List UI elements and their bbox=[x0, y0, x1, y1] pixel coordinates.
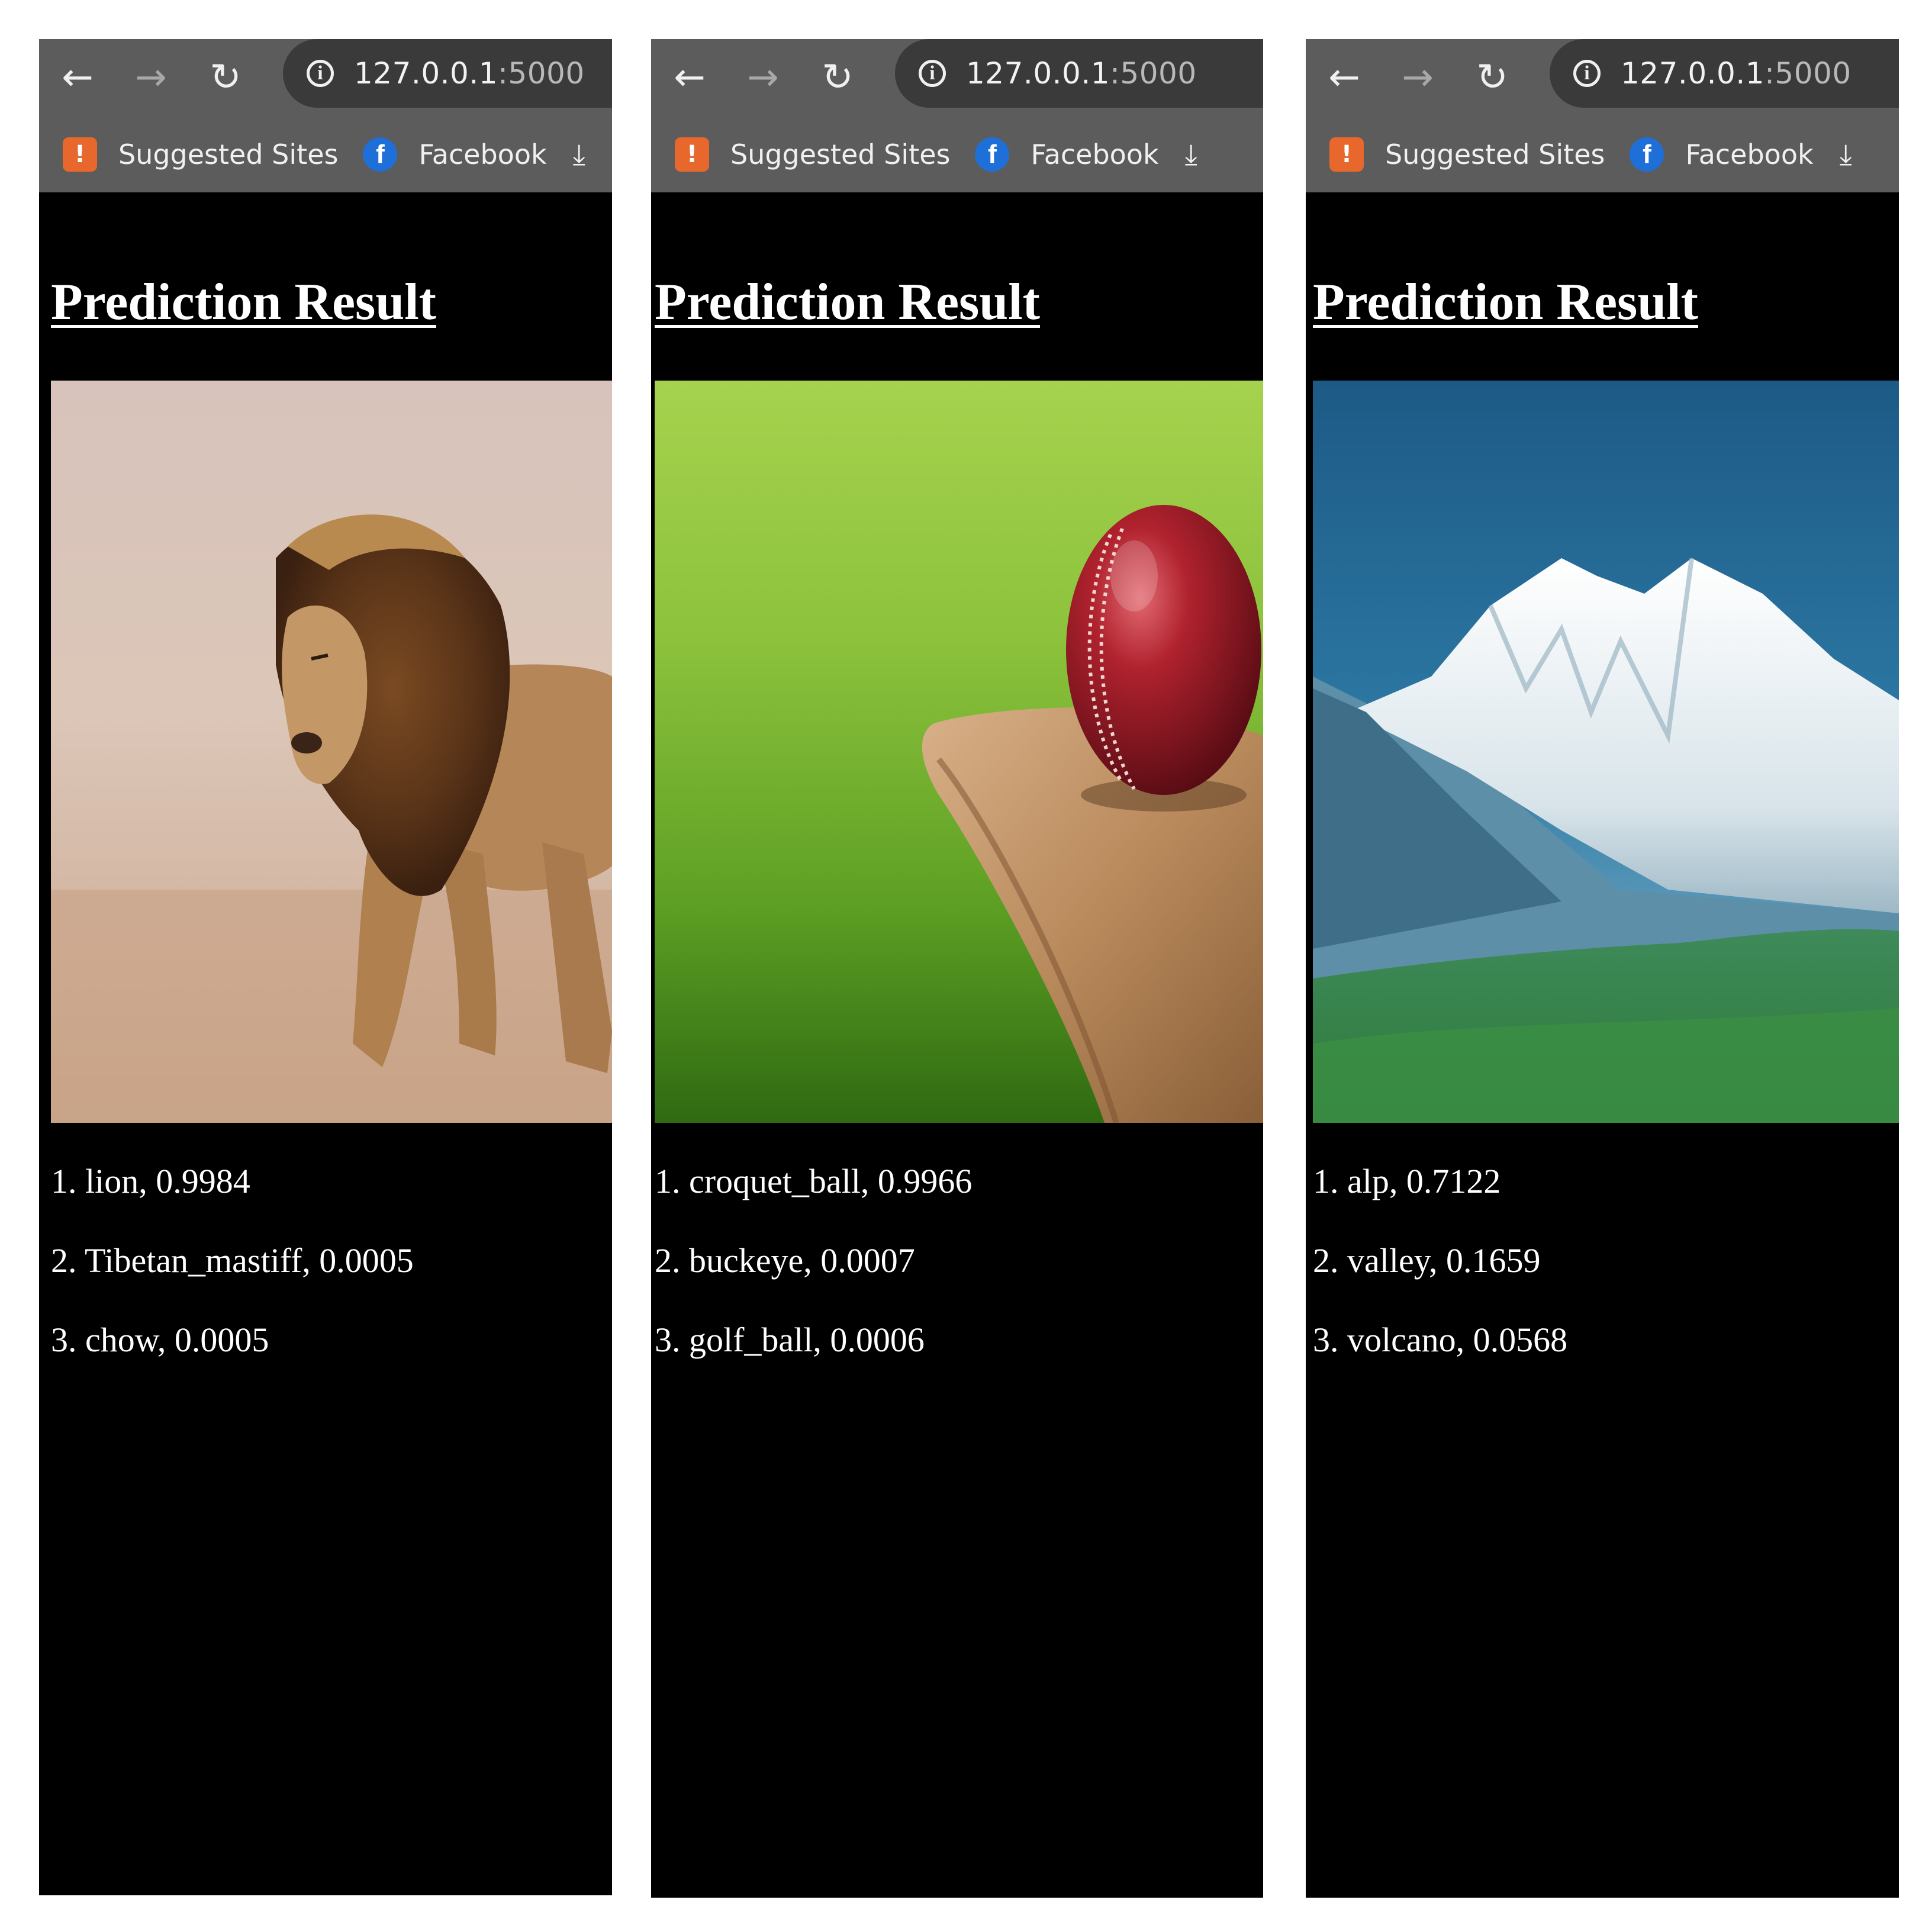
url-host: 127.0.0.1 bbox=[1621, 56, 1765, 91]
forward-arrow-icon[interactable]: → bbox=[1396, 56, 1440, 99]
prediction-item: 1. croquet_ball, 0.9966 bbox=[655, 1162, 973, 1200]
page-content: Prediction Result bbox=[651, 192, 1263, 1357]
bookmark-suggested-sites[interactable]: ! Suggested Sites bbox=[63, 137, 338, 172]
url-host: 127.0.0.1 bbox=[966, 56, 1110, 91]
bookmark-label: Suggested Sites bbox=[730, 139, 951, 170]
navigation-row: ← → ↻ i 127.0.0.1:5000 bbox=[1306, 39, 1899, 117]
browser-window-2: ← → ↻ i 127.0.0.1:5000 ! Suggested Sites… bbox=[651, 39, 1263, 1898]
page-content: Prediction Result bbox=[39, 192, 612, 1357]
bookmark-label: Suggested Sites bbox=[118, 139, 339, 170]
url-host: 127.0.0.1 bbox=[354, 56, 498, 91]
forward-arrow-icon[interactable]: → bbox=[741, 56, 785, 99]
url-port: :5000 bbox=[1764, 56, 1852, 91]
info-icon[interactable]: i bbox=[307, 60, 334, 87]
browser-window-3: ← → ↻ i 127.0.0.1:5000 ! Suggested Sites… bbox=[1306, 39, 1899, 1898]
prediction-item: 3. volcano, 0.0568 bbox=[1313, 1321, 1568, 1359]
address-bar[interactable]: i 127.0.0.1:5000 bbox=[895, 39, 1263, 108]
prediction-list: 1. lion, 0.9984 2. Tibetan_mastiff, 0.00… bbox=[51, 1164, 612, 1357]
uploaded-image-lion bbox=[51, 381, 612, 1123]
bookmark-label: Suggested Sites bbox=[1385, 139, 1605, 170]
bookmarks-bar: ! Suggested Sites f Facebook ⤓ bbox=[1306, 122, 1899, 187]
reload-icon[interactable]: ↻ bbox=[816, 56, 859, 99]
prediction-item: 3. golf_ball, 0.0006 bbox=[655, 1321, 925, 1359]
prediction-item: 2. Tibetan_mastiff, 0.0005 bbox=[51, 1241, 414, 1280]
bookmark-label: Facebook bbox=[418, 139, 547, 170]
bookmark-label: Facebook bbox=[1685, 139, 1814, 170]
browser-toolbar: ← → ↻ i 127.0.0.1:5000 ! Suggested Sites… bbox=[651, 39, 1263, 192]
prediction-item: 1. alp, 0.7122 bbox=[1313, 1162, 1501, 1200]
reload-icon[interactable]: ↻ bbox=[204, 56, 247, 99]
url-text: 127.0.0.1:5000 bbox=[1621, 56, 1852, 91]
uploaded-image-mountain bbox=[1313, 381, 1899, 1123]
url-text: 127.0.0.1:5000 bbox=[354, 56, 585, 91]
back-arrow-icon[interactable]: ← bbox=[1322, 56, 1366, 99]
bookmark-label: Facebook bbox=[1031, 139, 1159, 170]
suggested-sites-icon: ! bbox=[675, 137, 709, 172]
facebook-icon: f bbox=[1630, 137, 1664, 172]
bookmarks-bar: ! Suggested Sites f Facebook ⤓ bbox=[651, 122, 1263, 187]
uploaded-image-cricket-ball bbox=[655, 381, 1263, 1123]
bookmark-facebook[interactable]: f Facebook bbox=[363, 137, 547, 172]
address-bar[interactable]: i 127.0.0.1:5000 bbox=[283, 39, 612, 108]
page-content: Prediction Result bbox=[1306, 192, 1899, 1357]
back-arrow-icon[interactable]: ← bbox=[668, 56, 711, 99]
back-arrow-icon[interactable]: ← bbox=[56, 56, 99, 99]
forward-arrow-icon[interactable]: → bbox=[129, 56, 173, 99]
bookmark-suggested-sites[interactable]: ! Suggested Sites bbox=[675, 137, 950, 172]
url-text: 127.0.0.1:5000 bbox=[966, 56, 1197, 91]
prediction-list: 1. croquet_ball, 0.9966 2. buckeye, 0.00… bbox=[655, 1164, 1263, 1357]
bookmarks-bar: ! Suggested Sites f Facebook ⤓ bbox=[39, 122, 612, 187]
prediction-item: 2. buckeye, 0.0007 bbox=[655, 1241, 915, 1280]
page-title: Prediction Result bbox=[51, 273, 436, 331]
url-port: :5000 bbox=[498, 56, 585, 91]
bookmark-facebook[interactable]: f Facebook bbox=[975, 137, 1159, 172]
reload-icon[interactable]: ↻ bbox=[1470, 56, 1514, 99]
browser-toolbar: ← → ↻ i 127.0.0.1:5000 ! Suggested Sites… bbox=[39, 39, 612, 192]
download-icon[interactable]: ⤓ bbox=[1840, 138, 1852, 172]
prediction-item: 1. lion, 0.9984 bbox=[51, 1162, 250, 1200]
bookmark-suggested-sites[interactable]: ! Suggested Sites bbox=[1329, 137, 1605, 172]
facebook-icon: f bbox=[975, 137, 1010, 172]
prediction-item: 2. valley, 0.1659 bbox=[1313, 1241, 1541, 1280]
suggested-sites-icon: ! bbox=[63, 137, 97, 172]
navigation-row: ← → ↻ i 127.0.0.1:5000 bbox=[39, 39, 612, 117]
info-icon[interactable]: i bbox=[1573, 60, 1601, 87]
address-bar[interactable]: i 127.0.0.1:5000 bbox=[1550, 39, 1899, 108]
page-title: Prediction Result bbox=[1313, 273, 1698, 331]
navigation-row: ← → ↻ i 127.0.0.1:5000 bbox=[651, 39, 1263, 117]
suggested-sites-icon: ! bbox=[1329, 137, 1364, 172]
browser-toolbar: ← → ↻ i 127.0.0.1:5000 ! Suggested Sites… bbox=[1306, 39, 1899, 192]
info-icon[interactable]: i bbox=[919, 60, 946, 87]
prediction-list: 1. alp, 0.7122 2. valley, 0.1659 3. volc… bbox=[1313, 1164, 1899, 1357]
browser-window-1: ← → ↻ i 127.0.0.1:5000 ! Suggested Sites… bbox=[39, 39, 612, 1895]
facebook-icon: f bbox=[363, 137, 398, 172]
prediction-item: 3. chow, 0.0005 bbox=[51, 1321, 269, 1359]
page-title: Prediction Result bbox=[655, 273, 1040, 331]
bookmark-facebook[interactable]: f Facebook bbox=[1630, 137, 1814, 172]
download-icon[interactable]: ⤓ bbox=[573, 138, 585, 172]
download-icon[interactable]: ⤓ bbox=[1185, 138, 1197, 172]
url-port: :5000 bbox=[1110, 56, 1197, 91]
